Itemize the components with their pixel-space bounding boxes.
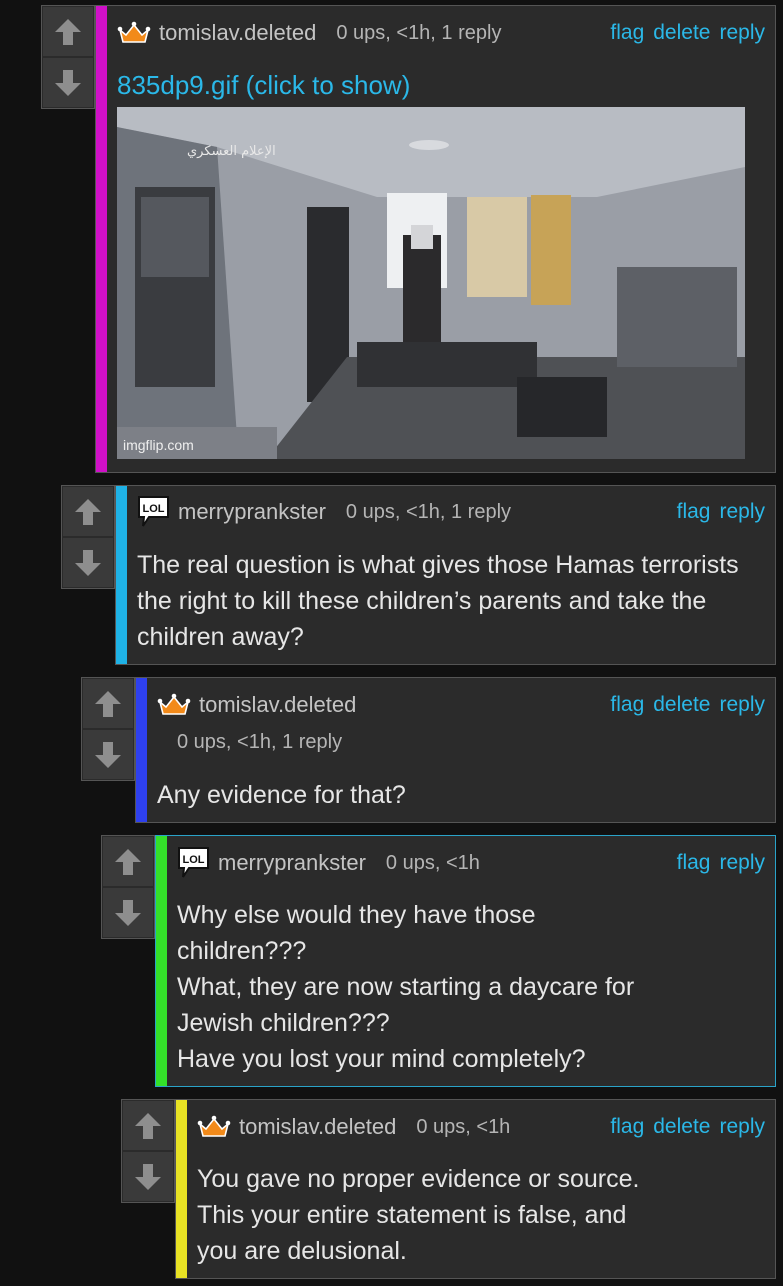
text-line: Jewish children???: [177, 1009, 390, 1037]
username-link[interactable]: merryprankster: [218, 850, 366, 876]
crown-icon: [117, 21, 151, 45]
thread-depth-bar: [136, 678, 147, 822]
flag-link[interactable]: flag: [610, 21, 644, 45]
username-link[interactable]: tomislav.deleted: [199, 692, 356, 718]
gif-show-link[interactable]: 835dp9.gif (click to show): [117, 70, 410, 101]
upvote-button[interactable]: [103, 837, 153, 886]
arrow-down-icon: [113, 898, 143, 928]
comment-meta: 0 ups, <1h, 1 reply: [336, 21, 502, 44]
thread-depth-bar: [116, 486, 127, 664]
downvote-button[interactable]: [83, 730, 133, 779]
text-line: What, they are now starting a daycare fo…: [177, 973, 635, 1001]
arrow-up-icon: [93, 689, 123, 719]
comment-text: Why else would they have those children?…: [177, 897, 765, 1077]
comment-header: tomislav.deleted 0 ups, <1h flag delete …: [197, 1110, 765, 1144]
vote-box: [121, 1099, 175, 1203]
text-line: you are delusional.: [197, 1237, 407, 1265]
svg-text:الإعلام العسكري: الإعلام العسكري: [187, 144, 276, 159]
username-link[interactable]: tomislav.deleted: [239, 1114, 396, 1140]
watermark-text: imgflip.com: [123, 437, 194, 453]
downvote-button[interactable]: [123, 1152, 173, 1201]
lol-speech-bubble-icon: [137, 495, 170, 529]
text-line: Why else would they have those: [177, 901, 536, 929]
arrow-up-icon: [73, 497, 103, 527]
text-line: Have you lost your mind completely?: [177, 1045, 586, 1073]
downvote-button[interactable]: [103, 888, 153, 937]
thread-depth-bar: [96, 6, 107, 472]
arrow-down-icon: [73, 548, 103, 578]
crown-icon: [157, 693, 191, 717]
username-link[interactable]: tomislav.deleted: [159, 20, 316, 46]
arrow-up-icon: [113, 847, 143, 877]
arrow-up-icon: [53, 17, 83, 47]
comment: merryprankster 0 ups, <1h, 1 reply flag …: [115, 485, 776, 665]
reply-link[interactable]: reply: [719, 500, 765, 524]
comment-text: You gave no proper evidence or source. T…: [197, 1161, 765, 1269]
crown-icon: [197, 1115, 231, 1139]
username-link[interactable]: merryprankster: [178, 499, 326, 525]
comment-meta: 0 ups, <1h, 1 reply: [345, 500, 512, 523]
text-line: You gave no proper evidence or source.: [197, 1165, 640, 1193]
reply-link[interactable]: reply: [719, 1115, 765, 1139]
upvote-button[interactable]: [63, 487, 113, 536]
comment: tomislav.deleted flag delete reply 0 ups…: [135, 677, 776, 823]
lol-speech-bubble-icon: [177, 846, 210, 880]
delete-link[interactable]: delete: [653, 1115, 710, 1139]
vote-box: [101, 835, 155, 939]
arrow-up-icon: [133, 1111, 163, 1141]
upvote-button[interactable]: [123, 1101, 173, 1150]
arrow-down-icon: [93, 740, 123, 770]
flag-link[interactable]: flag: [677, 500, 711, 524]
downvote-button[interactable]: [43, 58, 93, 107]
arrow-down-icon: [53, 68, 83, 98]
comment-meta: 0 ups, <1h: [416, 1115, 511, 1138]
comment-header: tomislav.deleted flag delete reply: [157, 688, 765, 722]
flag-link[interactable]: flag: [677, 851, 711, 875]
comment-header: tomislav.deleted 0 ups, <1h, 1 reply fla…: [117, 16, 765, 50]
flag-link[interactable]: flag: [610, 1115, 644, 1139]
comment-meta: 0 ups, <1h, 1 reply: [177, 731, 343, 753]
comment-text: Any evidence for that?: [157, 781, 406, 809]
comment-header: merryprankster 0 ups, <1h, 1 reply flag …: [137, 495, 765, 529]
gif-preview-image[interactable]: الإعلام العسكري imgflip.com: [117, 107, 745, 459]
downvote-button[interactable]: [63, 538, 113, 587]
vote-box: [81, 677, 135, 781]
comment-header: merryprankster 0 ups, <1h flag reply: [177, 846, 765, 880]
vote-box: [41, 5, 95, 109]
upvote-button[interactable]: [83, 679, 133, 728]
flag-link[interactable]: flag: [610, 693, 644, 717]
comment-text: The real question is what gives those Ha…: [137, 551, 739, 651]
delete-link[interactable]: delete: [653, 693, 710, 717]
arrow-down-icon: [133, 1162, 163, 1192]
text-line: This your entire statement is false, and: [197, 1201, 627, 1229]
reply-link[interactable]: reply: [719, 693, 765, 717]
comment: tomislav.deleted 0 ups, <1h flag delete …: [175, 1099, 776, 1279]
room-scene-image: الإعلام العسكري: [117, 107, 745, 459]
delete-link[interactable]: delete: [653, 21, 710, 45]
comment: tomislav.deleted 0 ups, <1h, 1 reply fla…: [95, 5, 776, 473]
upvote-button[interactable]: [43, 7, 93, 56]
thread-depth-bar: [176, 1100, 187, 1278]
text-line: children???: [177, 937, 307, 965]
reply-link[interactable]: reply: [719, 21, 765, 45]
comment-meta: 0 ups, <1h: [385, 851, 480, 874]
reply-link[interactable]: reply: [719, 851, 765, 875]
thread-depth-bar: [156, 836, 167, 1086]
vote-box: [61, 485, 115, 589]
comment-highlighted: merryprankster 0 ups, <1h flag reply Why…: [155, 835, 776, 1087]
